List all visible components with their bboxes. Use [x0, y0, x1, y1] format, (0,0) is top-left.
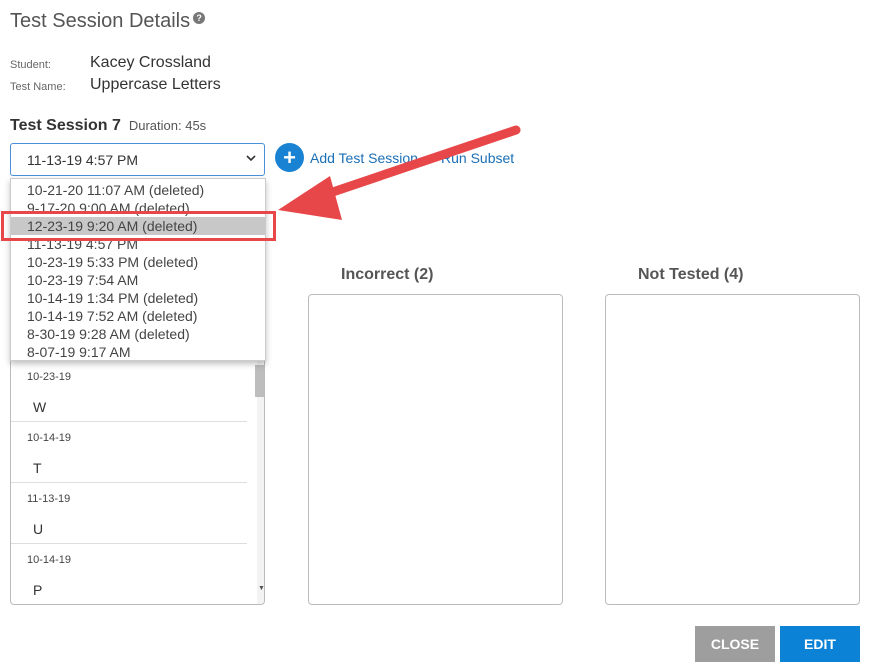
incorrect-panel	[308, 294, 563, 605]
annotation-arrow-icon	[278, 125, 521, 220]
close-button[interactable]: CLOSE	[695, 626, 775, 662]
test-name-label: Test Name:	[10, 81, 66, 93]
session-duration: Duration: 45s	[128, 118, 207, 133]
student-label: Student:	[10, 59, 51, 71]
page-title-text: Test Session Details	[10, 10, 191, 32]
list-item-date: 11-13-19	[27, 493, 71, 505]
dropdown-option[interactable]: 8-30-19 9:28 AM (deleted)	[11, 325, 265, 343]
list-item-date: 10-14-19	[27, 554, 72, 566]
list-item-letter: W	[33, 399, 47, 415]
annotation-highlight-box	[1, 211, 276, 241]
page-title: Test Session Details?	[10, 10, 206, 33]
list-item-date: 10-14-19	[27, 432, 72, 444]
list-item[interactable]: 10-14-19 P	[11, 544, 247, 604]
list-item-date: 10-23-19	[27, 371, 72, 383]
test-name-value: Uppercase Letters	[90, 76, 221, 93]
list-item[interactable]: 10-14-19 T	[11, 422, 247, 483]
not-tested-heading: Not Tested (4)	[638, 266, 744, 283]
help-icon[interactable]: ?	[193, 12, 206, 24]
list-scrollbar[interactable]: ▼	[255, 361, 264, 604]
dropdown-option[interactable]: 10-21-20 11:07 AM (deleted)	[11, 181, 265, 199]
session-dropdown: 10-21-20 11:07 AM (deleted) 9-17-20 9:00…	[10, 178, 266, 361]
dropdown-option[interactable]: 10-14-19 7:52 AM (deleted)	[11, 307, 265, 325]
correct-list-panel: 10-23-19 W 10-14-19 T 11-13-19 U 10-14-1…	[10, 361, 265, 605]
dropdown-option[interactable]: 10-23-19 5:33 PM (deleted)	[11, 253, 265, 271]
scroll-down-arrow-icon[interactable]: ▼	[257, 585, 264, 592]
list-item[interactable]: 11-13-19 U	[11, 483, 247, 544]
student-name: Kacey Crossland	[90, 54, 211, 71]
list-item-letter: T	[33, 460, 42, 476]
incorrect-heading: Incorrect (2)	[341, 266, 434, 283]
dropdown-option[interactable]: 10-23-19 7:54 AM	[11, 271, 265, 289]
dropdown-option[interactable]: 8-07-19 9:17 AM	[11, 343, 265, 361]
not-tested-panel	[605, 294, 860, 605]
list-item-letter: U	[33, 521, 44, 537]
edit-button[interactable]: EDIT	[780, 626, 860, 662]
session-select-value: 11-13-19 4:57 PM	[27, 152, 139, 168]
list-item[interactable]: 10-23-19 W	[11, 361, 247, 422]
scrollbar-thumb[interactable]	[255, 365, 264, 397]
chevron-down-icon	[246, 153, 256, 165]
list-item-letter: P	[33, 582, 43, 598]
dropdown-option[interactable]: 10-14-19 1:34 PM (deleted)	[11, 289, 265, 307]
session-title: Test Session 7	[10, 117, 121, 134]
session-heading: Test Session 7 Duration: 45s	[10, 117, 206, 135]
session-select[interactable]: 11-13-19 4:57 PM	[10, 143, 265, 176]
